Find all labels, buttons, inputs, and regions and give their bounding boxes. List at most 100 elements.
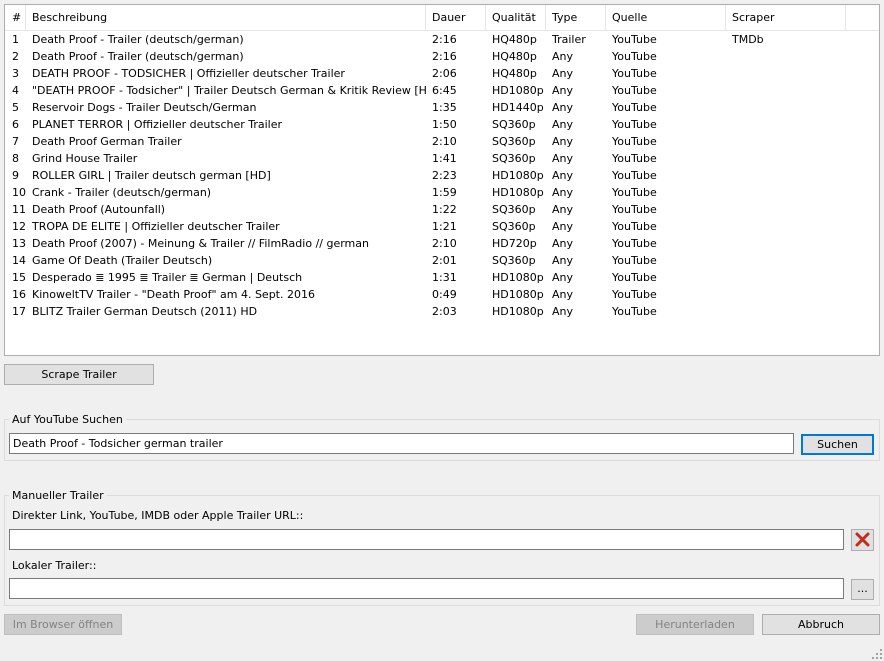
row-source: YouTube <box>612 118 657 131</box>
row-scraper <box>726 235 846 252</box>
table-row[interactable]: 2 Death Proof - Trailer (deutsch/german) 2… <box>5 48 879 65</box>
row-source: YouTube <box>612 135 657 148</box>
row-description: Grind House Trailer <box>32 152 138 165</box>
row-description: BLITZ Trailer German Deutsch (2011) HD <box>32 305 258 318</box>
row-source: YouTube <box>612 152 657 165</box>
row-type: Any <box>552 84 574 97</box>
row-scraper <box>726 82 846 99</box>
row-type: Any <box>552 169 574 182</box>
row-scraper <box>726 218 846 235</box>
youtube-search-input[interactable]: Death Proof - Todsicher german trailer <box>9 433 794 454</box>
row-number: 3 <box>12 67 19 80</box>
row-quality: SQ360p <box>492 203 536 216</box>
row-scraper <box>726 99 846 116</box>
row-type: Any <box>552 67 574 80</box>
row-source: YouTube <box>612 254 657 267</box>
row-source: YouTube <box>612 203 657 216</box>
row-scraper <box>726 150 846 167</box>
table-row[interactable]: 17 BLITZ Trailer German Deutsch (2011) HD… <box>5 303 879 320</box>
row-source: YouTube <box>612 186 657 199</box>
table-row[interactable]: 8 Grind House Trailer 1:41 SQ360p Any YouTube <box>5 150 879 167</box>
row-scraper <box>726 303 846 320</box>
row-description: Death Proof (Autounfall) <box>32 203 166 216</box>
column-header-description[interactable]: Beschreibung <box>26 5 426 30</box>
row-source: YouTube <box>612 271 657 284</box>
row-quality: HD1080p <box>492 305 544 318</box>
row-quality: HQ480p <box>492 50 537 63</box>
table-row[interactable]: 16 KinoweltTV Trailer - "Death Proof" am … <box>5 286 879 303</box>
local-trailer-input[interactable] <box>9 578 844 599</box>
red-x-icon <box>855 532 870 547</box>
row-duration: 1:35 <box>432 101 457 114</box>
row-source: YouTube <box>612 67 657 80</box>
row-number: 15 <box>12 271 26 284</box>
row-source: YouTube <box>612 101 657 114</box>
row-source: YouTube <box>612 84 657 97</box>
table-row[interactable]: 3 DEATH PROOF - TODSICHER | Offizieller d… <box>5 65 879 82</box>
column-header-quality[interactable]: Qualität <box>486 5 546 30</box>
row-quality: SQ360p <box>492 152 536 165</box>
trailer-list[interactable]: # Beschreibung Dauer Qualität Type Quell… <box>4 4 880 356</box>
row-quality: HQ480p <box>492 33 537 46</box>
column-header-source[interactable]: Quelle <box>606 5 726 30</box>
row-type: Any <box>552 186 574 199</box>
row-scraper <box>726 286 846 303</box>
row-quality: SQ360p <box>492 135 536 148</box>
table-row[interactable]: 15 Desperado ≣ 1995 ≣ Trailer ≣ German | … <box>5 269 879 286</box>
table-row[interactable]: 4 "DEATH PROOF - Todsicher" | Trailer Deu… <box>5 82 879 99</box>
browse-local-button[interactable]: ... <box>851 579 874 600</box>
row-number: 11 <box>12 203 26 216</box>
column-header-scraper[interactable]: Scraper <box>726 5 846 30</box>
table-row[interactable]: 7 Death Proof German Trailer 2:10 SQ360p Any… <box>5 133 879 150</box>
row-duration: 1:22 <box>432 203 457 216</box>
row-source: YouTube <box>612 220 657 233</box>
row-duration: 2:06 <box>432 67 457 80</box>
row-description: KinoweltTV Trailer - "Death Proof" am 4.… <box>32 288 315 301</box>
row-quality: SQ360p <box>492 118 536 131</box>
row-number: 12 <box>12 220 26 233</box>
row-quality: HD1080p <box>492 271 544 284</box>
row-quality: HD720p <box>492 237 537 250</box>
row-type: Any <box>552 288 574 301</box>
row-number: 1 <box>12 33 19 46</box>
manual-trailer-group-label: Manueller Trailer <box>9 489 107 502</box>
row-duration: 1:50 <box>432 118 457 131</box>
table-row[interactable]: 9 ROLLER GIRL | Trailer deutsch german [H… <box>5 167 879 184</box>
table-row[interactable]: 12 TROPA DE ELITE | Offizieller deutscher… <box>5 218 879 235</box>
youtube-search-group-label: Auf YouTube Suchen <box>9 413 126 426</box>
resize-grip-icon[interactable] <box>872 649 882 659</box>
row-source: YouTube <box>612 169 657 182</box>
row-duration: 2:23 <box>432 169 457 182</box>
column-header-duration[interactable]: Dauer <box>426 5 486 30</box>
row-description: Game Of Death (Trailer Deutsch) <box>32 254 213 267</box>
direct-link-input[interactable] <box>9 529 844 550</box>
row-duration: 2:10 <box>432 135 457 148</box>
scrape-trailer-button[interactable]: Scrape Trailer <box>4 364 154 385</box>
table-row[interactable]: 14 Game Of Death (Trailer Deutsch) 2:01 SQ3… <box>5 252 879 269</box>
table-row[interactable]: 1 Death Proof - Trailer (deutsch/german) 2… <box>5 31 879 48</box>
clear-link-button[interactable] <box>851 529 874 551</box>
cancel-button[interactable]: Abbruch <box>762 614 880 635</box>
column-header-number[interactable]: # <box>5 5 26 30</box>
open-in-browser-button[interactable]: Im Browser öffnen <box>4 614 122 635</box>
search-button[interactable]: Suchen <box>801 434 874 455</box>
column-header-type[interactable]: Type <box>546 5 606 30</box>
row-number: 9 <box>12 169 19 182</box>
row-type: Any <box>552 220 574 233</box>
local-trailer-label: Lokaler Trailer:: <box>12 559 97 572</box>
row-type: Any <box>552 50 574 63</box>
row-duration: 2:10 <box>432 237 457 250</box>
row-source: YouTube <box>612 305 657 318</box>
download-button[interactable]: Herunterladen <box>636 614 754 635</box>
row-scraper <box>726 201 846 218</box>
row-scraper <box>726 167 846 184</box>
row-type: Any <box>552 152 574 165</box>
row-quality: HD1440p <box>492 101 544 114</box>
table-row[interactable]: 11 Death Proof (Autounfall) 1:22 SQ360p Any Y… <box>5 201 879 218</box>
table-row[interactable]: 5 Reservoir Dogs - Trailer Deutsch/German… <box>5 99 879 116</box>
table-row[interactable]: 6 PLANET TERROR | Offizieller deutscher T… <box>5 116 879 133</box>
table-row[interactable]: 10 Crank - Trailer (deutsch/german) 1:59 HD… <box>5 184 879 201</box>
row-description: Crank - Trailer (deutsch/german) <box>32 186 212 199</box>
row-description: Desperado ≣ 1995 ≣ Trailer ≣ German | De… <box>32 271 303 284</box>
table-row[interactable]: 13 Death Proof (2007) - Meinung & Trailer… <box>5 235 879 252</box>
